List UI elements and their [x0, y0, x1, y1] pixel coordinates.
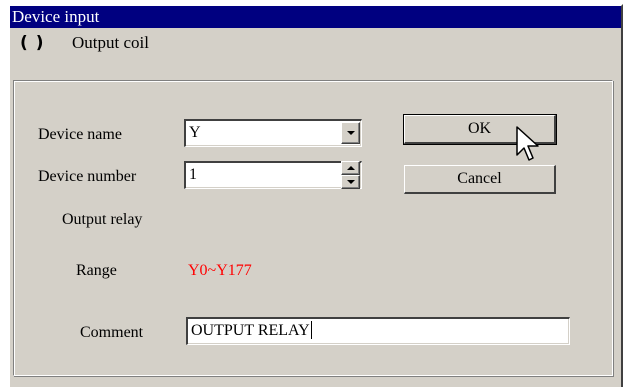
window-title-bar[interactable]: Device input — [10, 6, 621, 28]
range-value: Y0~Y177 — [188, 262, 252, 279]
device-name-value: Y — [189, 124, 201, 141]
comment-input[interactable]: OUTPUT RELAY — [186, 317, 570, 345]
instruction-label: Output coil — [72, 33, 149, 52]
spin-up-button[interactable] — [341, 161, 360, 175]
range-label: Range — [76, 262, 117, 279]
spin-down-button[interactable] — [341, 175, 360, 189]
device-name-dropdown[interactable]: Y — [184, 119, 362, 147]
cancel-button[interactable]: Cancel — [404, 165, 556, 194]
device-name-dropdown-button[interactable] — [341, 122, 360, 144]
instruction-header: ( ) Output coil — [20, 30, 149, 56]
device-number-label: Device number — [38, 168, 137, 185]
device-number-value: 1 — [189, 166, 197, 183]
text-caret — [310, 321, 312, 339]
comment-value: OUTPUT RELAY — [191, 322, 310, 339]
arrow-down-icon — [346, 180, 355, 184]
mouse-pointer-icon — [516, 126, 539, 161]
device-input-dialog: Device input ( ) Output coil Device name… — [8, 4, 623, 387]
window-title: Device input — [12, 7, 100, 26]
comment-label: Comment — [80, 324, 144, 341]
arrow-up-icon — [346, 166, 355, 170]
chevron-down-icon — [346, 131, 355, 135]
device-type-text: Output relay — [62, 211, 143, 228]
device-name-label: Device name — [38, 126, 122, 143]
device-number-spinner[interactable]: 1 — [184, 161, 362, 189]
coil-bracket-icon: ( ) — [20, 33, 45, 53]
